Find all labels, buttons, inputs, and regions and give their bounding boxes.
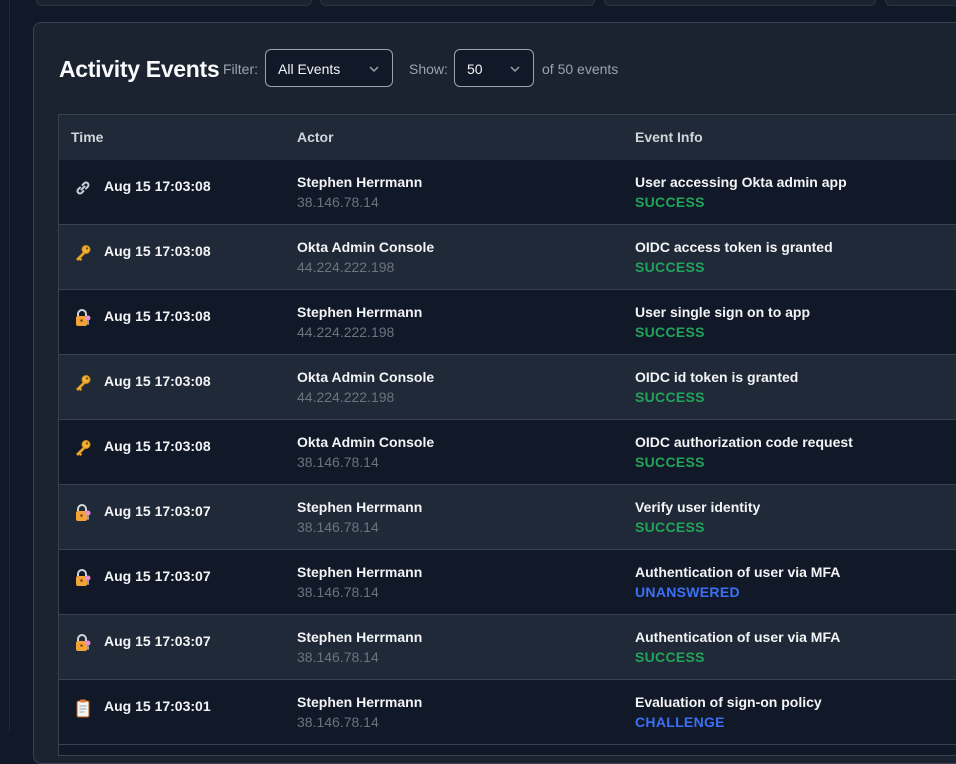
lock-icon [73,503,93,523]
event-time: Aug 15 17:03:08 [104,178,211,194]
table-row[interactable]: Aug 15 17:03:01 Stephen Herrmann 38.146.78… [59,680,956,745]
event-status: SUCCESS [635,194,705,210]
table-row[interactable]: Aug 15 17:03:07 Stephen Herrmann 38.146.78… [59,485,956,550]
event-count-text: of 50 events [542,61,619,77]
summary-card [885,0,956,6]
event-description: Authentication of user via MFA [635,564,841,580]
actor-ip: 44.224.222.198 [297,389,395,405]
event-description: Authentication of user via MFA [635,629,841,645]
table-row[interactable]: Aug 15 17:03:08 Okta Admin Console 44.224.… [59,355,956,420]
actor-name[interactable]: Stephen Herrmann [297,174,422,190]
table-row[interactable]: Aug 15 17:03:07 Stephen Herrmann 38.146.78… [59,615,956,680]
actor-ip: 38.146.78.14 [297,649,379,665]
lock-icon [73,633,93,653]
event-time: Aug 15 17:03:07 [104,568,211,584]
actor-name[interactable]: Stephen Herrmann [297,564,422,580]
event-status: SUCCESS [635,324,705,340]
event-description: OIDC authorization code request [635,434,853,450]
filter-select-value: All Events [278,61,341,77]
show-label: Show: [409,61,448,77]
summary-card [604,0,876,6]
table-row[interactable]: Aug 15 17:03:08 Stephen Herrmann 44.224.22… [59,290,956,355]
event-status: SUCCESS [635,649,705,665]
table-row[interactable]: Aug 15 17:03:08 Okta Admin Console 44.224.… [59,225,956,290]
actor-ip: 38.146.78.14 [297,519,379,535]
event-description: User single sign on to app [635,304,811,320]
lock-icon [73,568,93,588]
event-status: SUCCESS [635,519,705,535]
event-status: SUCCESS [635,454,705,470]
summary-card [320,0,595,6]
lock-icon [73,308,93,328]
event-description: Evaluation of sign-on policy [635,694,822,710]
actor-name[interactable]: Stephen Herrmann [297,499,422,515]
actor-ip: 38.146.78.14 [297,454,379,470]
events-table: Time Actor Event Info Aug 15 17:03:08 Ste… [58,114,956,756]
event-time: Aug 15 17:03:07 [104,633,211,649]
filter-select[interactable]: All Events [265,49,393,87]
column-header-event-info[interactable]: Event Info [635,129,703,145]
summary-card [36,0,312,6]
clipboard-icon [73,698,93,718]
event-time: Aug 15 17:03:08 [104,308,211,324]
event-status: UNANSWERED [635,584,740,600]
actor-name[interactable]: Okta Admin Console [297,239,434,255]
table-row[interactable]: Aug 15 17:03:08 Stephen Herrmann 38.146.78… [59,160,956,225]
table-header: Time Actor Event Info [59,115,956,161]
column-header-time[interactable]: Time [71,129,103,145]
event-description: OIDC id token is granted [635,369,799,385]
table-row[interactable]: Aug 15 17:03:08 Okta Admin Console 38.146.… [59,420,956,485]
event-status: SUCCESS [635,259,705,275]
actor-ip: 44.224.222.198 [297,259,395,275]
event-status: CHALLENGE [635,714,725,730]
event-time: Aug 15 17:03:08 [104,243,211,259]
event-time: Aug 15 17:03:08 [104,373,211,389]
actor-ip: 38.146.78.14 [297,194,379,210]
actor-ip: 38.146.78.14 [297,714,379,730]
actor-name[interactable]: Stephen Herrmann [297,629,422,645]
column-header-actor[interactable]: Actor [297,129,334,145]
chevron-down-icon [510,66,520,73]
left-sidebar-edge [0,0,10,732]
event-time: Aug 15 17:03:07 [104,503,211,519]
event-time: Aug 15 17:03:01 [104,698,211,714]
page-size-select[interactable]: 50 [454,49,534,87]
page-title: Activity Events [59,56,220,82]
actor-name[interactable]: Okta Admin Console [297,434,434,450]
actor-name[interactable]: Stephen Herrmann [297,694,422,710]
event-description: Verify user identity [635,499,761,515]
event-description: User accessing Okta admin app [635,174,847,190]
key-icon [73,438,93,458]
link-icon [73,178,93,198]
key-icon [73,243,93,263]
table-row[interactable]: Aug 15 17:03:07 Stephen Herrmann 38.146.78… [59,550,956,615]
actor-ip: 44.224.222.198 [297,324,395,340]
page-size-value: 50 [467,61,483,77]
event-status: SUCCESS [635,389,705,405]
key-icon [73,373,93,393]
filter-label: Filter: [223,61,258,77]
chevron-down-icon [369,66,379,73]
actor-name[interactable]: Okta Admin Console [297,369,434,385]
event-time: Aug 15 17:03:08 [104,438,211,454]
actor-name[interactable]: Stephen Herrmann [297,304,422,320]
event-description: OIDC access token is granted [635,239,833,255]
actor-ip: 38.146.78.14 [297,584,379,600]
